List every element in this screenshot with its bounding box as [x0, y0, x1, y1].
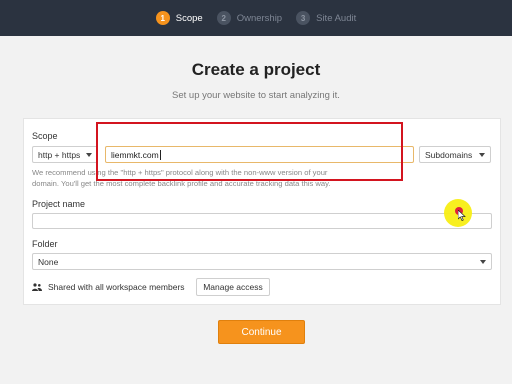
step-number: 3 — [296, 11, 311, 25]
step-label: Ownership — [236, 12, 283, 24]
folder-select-value: None — [38, 256, 59, 267]
step-scope[interactable]: 1 Scope — [155, 11, 203, 25]
protocol-select[interactable]: http + https — [32, 146, 98, 163]
wizard-steps: 1 Scope 2 Ownership 3 Site Audit — [0, 0, 512, 36]
sharing-text: Shared with all workspace members — [48, 282, 185, 292]
scope-label: Scope — [32, 131, 58, 141]
manage-access-button[interactable]: Manage access — [196, 278, 270, 296]
project-name-label: Project name — [32, 199, 86, 209]
sharing-status: Shared with all workspace members — [32, 278, 185, 296]
step-site-audit[interactable]: 3 Site Audit — [296, 11, 356, 25]
step-label: Site Audit — [316, 12, 357, 24]
page-title: Create a project — [191, 60, 321, 79]
step-ownership[interactable]: 2 Ownership — [216, 11, 283, 25]
mouse-pointer-icon — [458, 210, 466, 221]
chevron-down-icon — [479, 152, 485, 157]
people-icon — [32, 283, 42, 291]
subdomains-select-value: Subdomains — [425, 149, 473, 160]
chevron-down-icon — [480, 259, 486, 264]
protocol-select-value: http + https — [38, 149, 81, 160]
step-number: 2 — [216, 11, 231, 25]
folder-select[interactable]: None — [32, 253, 492, 270]
project-name-input[interactable] — [32, 213, 492, 229]
subdomains-select[interactable]: Subdomains — [419, 146, 491, 163]
chevron-down-icon — [86, 152, 92, 157]
annotation-highlight-box — [96, 122, 403, 181]
step-number: 1 — [155, 11, 170, 25]
page-subtitle: Set up your website to start analyzing i… — [172, 90, 340, 101]
continue-button[interactable]: Continue — [218, 320, 305, 344]
step-label: Scope — [175, 12, 203, 24]
folder-label: Folder — [32, 239, 58, 249]
